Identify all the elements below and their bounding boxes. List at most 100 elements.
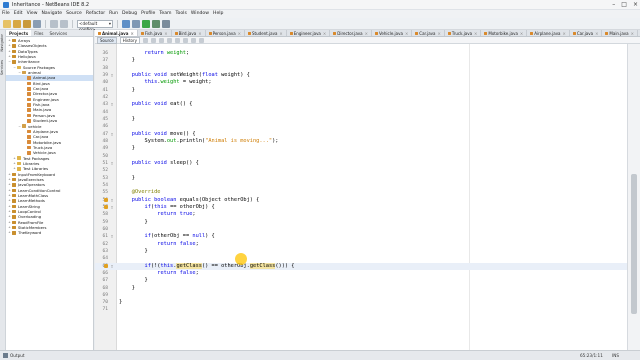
close-tab-icon[interactable]: × [279,30,282,36]
override-annotation-icon[interactable] [104,198,108,203]
code-line[interactable]: 40 this.weight = weight; [95,79,627,86]
debug-icon[interactable] [152,19,160,28]
code-line[interactable]: 60 [95,226,627,233]
history-view-button[interactable]: History [119,36,140,44]
code-fold-icon[interactable]: □ [110,263,114,270]
code-area[interactable]: 36 return weight; 37 } 38 39 □ public void s… [95,50,627,314]
code-line[interactable]: 43 □ public void eat() { [95,101,627,108]
run-icon[interactable] [142,19,150,28]
editor-tab[interactable]: Animal.java × [95,30,138,36]
build-icon[interactable] [122,19,130,28]
macro-record-icon[interactable] [198,37,204,43]
expand-toggle-icon[interactable]: − [18,124,21,129]
code-line[interactable]: 50 [95,153,627,160]
comment-icon[interactable] [190,37,196,43]
menu-file[interactable]: File [2,10,10,18]
code-fold-icon[interactable]: □ [110,72,114,79]
source-view-button[interactable]: Source [97,36,117,44]
code-line[interactable]: 55 @Override [95,189,627,196]
editor-tab[interactable]: Vehicle.java × [372,30,413,36]
close-tab-icon[interactable]: × [474,30,477,36]
code-line[interactable]: 48 System.out.println("Animal is moving.… [95,138,627,145]
expand-toggle-icon[interactable]: − [13,65,16,70]
menu-edit[interactable]: Edit [14,10,23,18]
open-project-icon[interactable] [23,19,31,28]
code-line[interactable]: 69 [95,292,627,299]
undo-icon[interactable] [50,19,58,28]
close-tab-icon[interactable]: × [595,30,598,36]
profile-icon[interactable] [162,19,170,28]
override-annotation-icon[interactable] [104,264,108,269]
code-line[interactable]: 71 [95,306,627,313]
close-tab-icon[interactable]: × [563,30,566,36]
code-line[interactable]: 57□ if(this == otherObj) { [95,204,627,211]
code-line[interactable]: 36 return weight; [95,50,627,57]
redo-icon[interactable] [60,19,68,28]
save-all-icon[interactable] [33,19,41,28]
close-tab-icon[interactable]: × [405,30,408,36]
find-icon[interactable] [158,37,164,43]
code-line[interactable]: 45 } [95,116,627,123]
forward-icon[interactable] [150,37,156,43]
code-line[interactable]: 70} [95,299,627,306]
close-tab-icon[interactable]: × [365,30,368,36]
editor-tab[interactable]: Student.java × [245,30,287,36]
close-tab-icon[interactable]: × [631,30,634,36]
editor-tab[interactable]: Engineer.java × [287,30,331,36]
menu-view[interactable]: View [27,10,38,18]
tab-projects[interactable]: Projects [6,30,32,36]
editor-tab[interactable]: Airplane.java × [527,30,570,36]
new-file-icon[interactable] [3,19,11,28]
menu-help[interactable]: Help [213,10,223,18]
menu-window[interactable]: Window [191,10,209,18]
shift-right-icon[interactable] [182,37,188,43]
code-fold-icon[interactable]: □ [110,204,114,211]
code-fold-icon[interactable]: □ [110,197,114,204]
output-icon[interactable] [3,353,8,358]
code-line[interactable]: 67 } [95,277,627,284]
close-tab-icon[interactable]: × [323,30,326,36]
editor-tab[interactable]: Fish.java × [138,30,172,36]
back-icon[interactable] [142,37,148,43]
toggle-bookmark-icon[interactable] [166,37,172,43]
code-line[interactable]: 44 [95,109,627,116]
tab-services[interactable]: Services [46,30,70,36]
close-tab-icon[interactable]: × [520,30,523,36]
code-line[interactable]: 66 return false; [95,270,627,277]
editor-tab[interactable]: Director.java × [330,30,372,36]
close-button[interactable]: × [633,0,638,10]
close-tab-icon[interactable]: × [198,30,201,36]
code-line[interactable]: 46 [95,123,627,130]
code-line[interactable]: 51 □ public void sleep() { [95,160,627,167]
editor-tab[interactable]: Bird.java × [172,30,206,36]
override-annotation-icon[interactable] [104,205,108,210]
code-fold-icon[interactable]: □ [110,160,114,167]
editor-tab[interactable]: Truck.java × [445,30,482,36]
expand-toggle-icon[interactable]: + [8,230,11,235]
code-line[interactable]: 68 } [95,285,627,292]
menu-profile[interactable]: Profile [141,10,155,18]
menu-navigate[interactable]: Navigate [42,10,63,18]
code-line[interactable]: 59 } [95,219,627,226]
menu-team[interactable]: Team [159,10,171,18]
editor-tab[interactable]: Motorbike.java × [481,30,528,36]
tab-files[interactable]: Files [31,30,46,36]
code-line[interactable]: 53 } [95,175,627,182]
code-line[interactable]: 49 } [95,145,627,152]
code-line[interactable]: 52 [95,167,627,174]
menu-tools[interactable]: Tools [176,10,187,18]
menu-debug[interactable]: Debug [122,10,137,18]
code-line[interactable]: 64 [95,255,627,262]
expand-toggle-icon[interactable]: − [18,70,21,75]
minimize-button[interactable]: – [612,0,615,10]
menu-source[interactable]: Source [66,10,82,18]
new-project-icon[interactable] [13,19,21,28]
code-line[interactable]: 58 return true; [95,211,627,218]
editor-tab[interactable]: Person.java × [206,30,246,36]
editor-tab[interactable]: Car.java× [412,30,445,36]
shift-left-icon[interactable] [174,37,180,43]
expand-toggle-icon[interactable]: − [8,59,11,64]
code-fold-icon[interactable]: □ [110,233,114,240]
code-line[interactable]: 39 □ public void setWeight(float weight) … [95,72,627,79]
expand-toggle-icon[interactable]: + [13,166,16,171]
